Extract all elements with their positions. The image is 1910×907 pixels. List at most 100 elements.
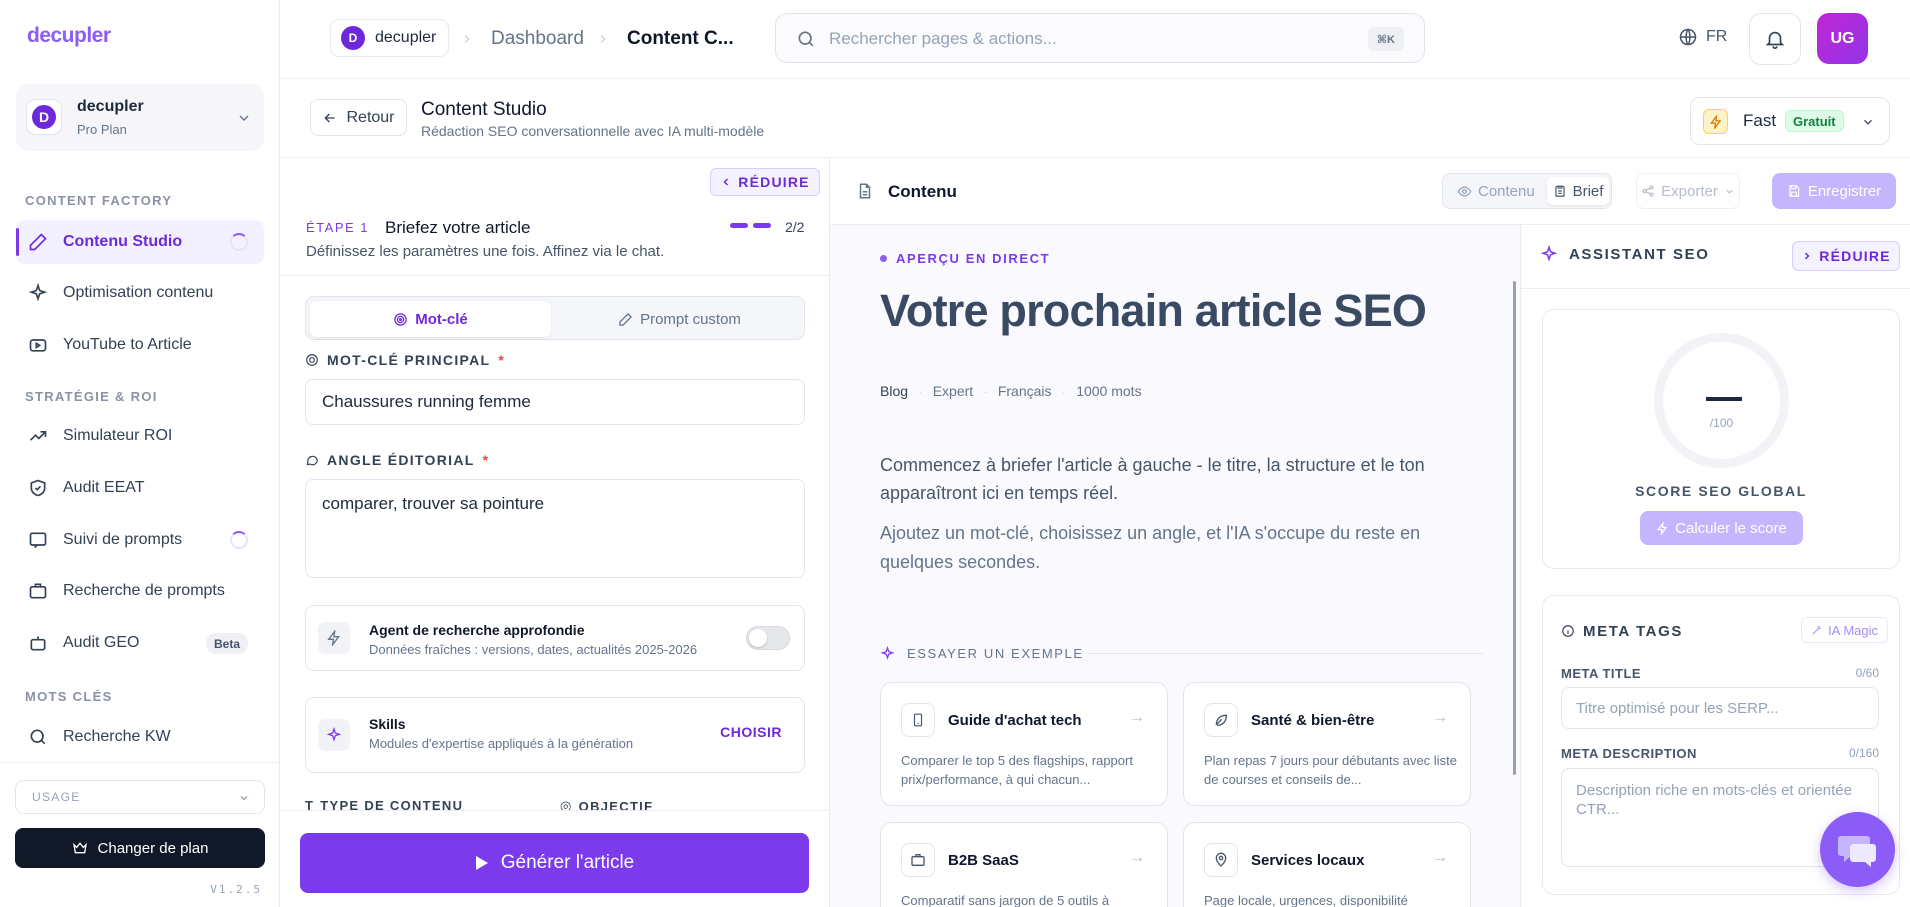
user-avatar[interactable]: UG	[1817, 13, 1868, 64]
workspace-avatar: D	[26, 99, 62, 135]
tab-content[interactable]: Contenu	[1447, 178, 1545, 204]
model-selector[interactable]: Fast Gratuit	[1690, 97, 1890, 145]
chevron-right-icon	[600, 34, 606, 44]
change-plan-button[interactable]: Changer de plan	[15, 828, 265, 868]
phone-icon	[901, 703, 935, 737]
ai-magic-label: IA Magic	[1828, 622, 1878, 638]
sidebar-item-recherche-prompts[interactable]: Recherche de prompts	[16, 569, 264, 613]
tab-brief[interactable]: Brief	[1547, 177, 1609, 205]
assistant-title: ASSISTANT SEO	[1569, 246, 1710, 263]
bell-icon	[1765, 31, 1785, 49]
research-toggle[interactable]	[746, 626, 790, 650]
example-title: Guide d'achat tech	[948, 712, 1082, 729]
loading-spinner	[230, 233, 248, 251]
tab-brief-label: Brief	[1572, 182, 1604, 200]
skills-desc: Modules d'expertise appliqués à la génér…	[369, 736, 634, 751]
beta-badge: Beta	[205, 633, 248, 654]
required-mark: *	[482, 452, 490, 468]
sidebar-item-suivi-prompts[interactable]: Suivi de prompts	[16, 518, 264, 562]
calculate-score-label: Calculer le score	[1675, 519, 1787, 537]
collapse-brief-button[interactable]: RÉDUIRE	[710, 168, 820, 196]
breadcrumb-workspace-label: decupler	[375, 29, 437, 46]
chat-bubble-icon	[1837, 835, 1876, 867]
tab-keyword[interactable]: Mot-clé	[310, 301, 551, 337]
page-header: Retour Content Studio Rédaction SEO conv…	[280, 79, 1910, 158]
breadcrumb-dashboard[interactable]: Dashboard	[491, 28, 584, 50]
example-card[interactable]: B2B SaaS → Comparatif sans jargon de 5 o…	[880, 822, 1168, 907]
skills-card: Skills Modules d'expertise appliqués à l…	[305, 697, 805, 773]
keyword-label-text: MOT-CLÉ PRINCIPAL	[327, 352, 491, 368]
sidebar-item-audit-geo[interactable]: Audit GEO Beta	[16, 621, 264, 665]
generate-button[interactable]: Générer l'article	[300, 833, 809, 893]
sidebar-divider	[0, 762, 279, 763]
live-text: APERÇU EN DIRECT	[896, 251, 1051, 266]
step-label: ÉTAPE 1	[306, 220, 370, 235]
collapse-label: RÉDUIRE	[738, 174, 810, 190]
calculate-score-button[interactable]: Calculer le score	[1640, 511, 1803, 545]
mode-toggle: Mot-clé Prompt custom	[305, 296, 805, 340]
meta-title-input[interactable]: Titre optimisé pour les SERP...	[1561, 687, 1879, 729]
preview-hint: Ajoutez un mot-clé, choisissez un angle,…	[880, 523, 1421, 572]
choose-skills-button[interactable]: CHOISIR	[720, 724, 782, 740]
tab-custom-prompt[interactable]: Prompt custom	[557, 301, 802, 337]
preview-scrollbar[interactable]	[1513, 281, 1516, 775]
search-bar[interactable]: Rechercher pages & actions... ⌘K	[775, 13, 1425, 63]
examples-divider	[1088, 653, 1483, 654]
meta-desc-count: 0/160	[1848, 746, 1879, 760]
language-label: FR	[1706, 28, 1728, 45]
tab-prompt-label: Prompt custom	[640, 310, 741, 328]
score-gauge: — /100	[1654, 333, 1789, 468]
score-label: SCORE SEO GLOBAL	[1635, 483, 1807, 499]
ai-magic-button[interactable]: IA Magic	[1801, 617, 1888, 643]
language-selector[interactable]: FR	[1678, 27, 1727, 47]
seo-score-card: — /100 SCORE SEO GLOBAL Calculer le scor…	[1542, 309, 1900, 569]
section-strategie: STRATÉGIE & ROI	[25, 389, 158, 404]
example-card[interactable]: Services locaux → Page locale, urgences,…	[1183, 822, 1471, 907]
arrow-right-icon: →	[1129, 849, 1145, 866]
seo-assistant-panel: ASSISTANT SEO RÉDUIRE — /100 SCORE SEO G…	[1520, 225, 1910, 907]
tab-keyword-label: Mot-clé	[415, 310, 468, 328]
step-progress-count: 2/2	[785, 219, 805, 235]
brief-panel: RÉDUIRE ÉTAPE 1 Briefez votre article Dé…	[280, 158, 830, 907]
sidebar-item-optimisation[interactable]: Optimisation contenu	[16, 271, 264, 315]
chevron-down-icon	[240, 796, 248, 801]
briefcase-icon	[29, 583, 47, 599]
page-subtitle: Rédaction SEO conversationnelle avec IA …	[421, 123, 765, 139]
angle-textarea[interactable]: comparer, trouver sa pointure	[305, 479, 805, 578]
sparkles-icon	[880, 646, 895, 660]
zap-icon	[1657, 521, 1668, 535]
sidebar-item-youtube[interactable]: YouTube to Article	[16, 323, 264, 367]
arrow-right-icon: →	[1432, 709, 1448, 726]
youtube-icon	[29, 339, 47, 352]
save-button[interactable]: Enregistrer	[1772, 173, 1896, 209]
collapse-assistant-button[interactable]: RÉDUIRE	[1792, 241, 1900, 271]
sparkles-icon	[28, 283, 48, 302]
sidebar-item-label: Audit EEAT	[63, 479, 145, 496]
example-card[interactable]: Santé & bien-être → Plan repas 7 jours p…	[1183, 682, 1471, 806]
sidebar-item-contenu-studio[interactable]: Contenu Studio	[16, 220, 264, 264]
back-button[interactable]: Retour	[310, 99, 407, 136]
search-icon	[30, 729, 46, 745]
live-preview-label: APERÇU EN DIRECT	[880, 251, 1050, 266]
sidebar-item-audit-eeat[interactable]: Audit EEAT	[16, 466, 264, 510]
logo[interactable]: decupler	[27, 24, 111, 48]
generate-label: Générer l'article	[500, 852, 635, 873]
pencil-icon	[29, 233, 47, 251]
chat-widget-button[interactable]	[1820, 812, 1895, 887]
chevron-right-icon	[464, 34, 470, 44]
search-input[interactable]: Rechercher pages & actions...	[829, 29, 1057, 49]
chevron-right-icon	[1805, 252, 1810, 260]
export-button[interactable]: Exporter	[1636, 173, 1740, 209]
sidebar-item-recherche-kw[interactable]: Recherche KW	[16, 715, 264, 759]
angle-label-text: ANGLE ÉDITORIAL	[327, 452, 475, 468]
keyword-input[interactable]: Chaussures running femme	[305, 379, 805, 425]
breadcrumb-workspace[interactable]: D decupler	[330, 19, 450, 57]
sidebar-item-label: Suivi de prompts	[63, 531, 183, 548]
usage-dropdown[interactable]: USAGE	[15, 780, 265, 814]
workspace-switcher[interactable]: D decupler Pro Plan	[16, 84, 264, 151]
sidebar-item-simulateur-roi[interactable]: Simulateur ROI	[16, 414, 264, 458]
example-card[interactable]: Guide d'achat tech → Comparer le top 5 d…	[880, 682, 1168, 806]
research-agent-card: Agent de recherche approfondie Données f…	[305, 605, 805, 671]
live-dot	[880, 255, 887, 262]
notifications-button[interactable]	[1749, 13, 1801, 65]
